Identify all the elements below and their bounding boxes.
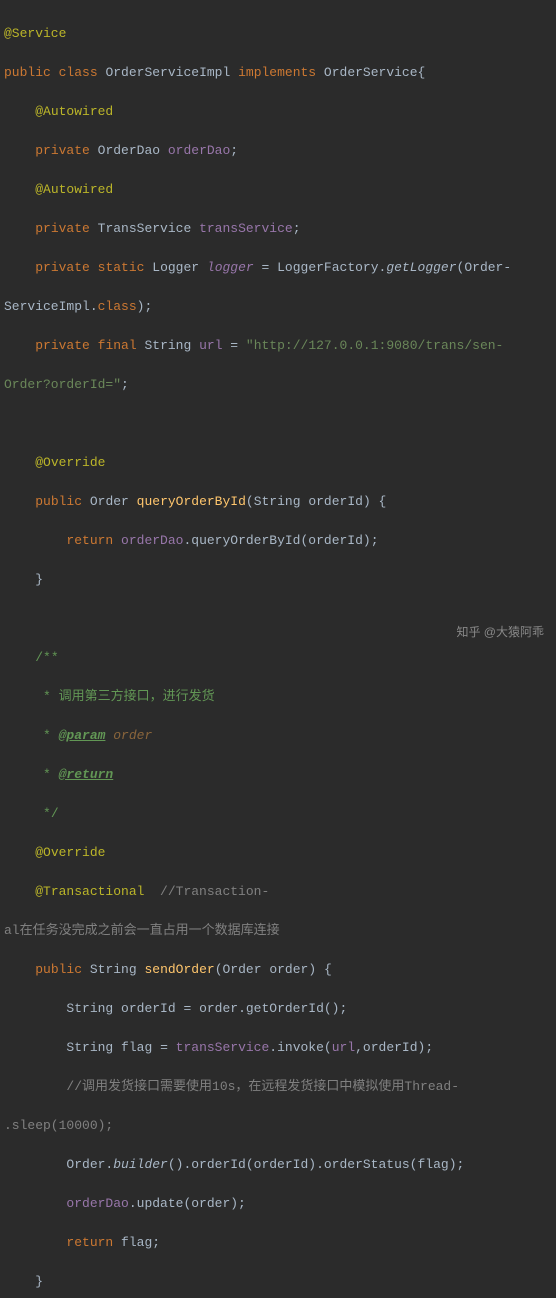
kw-class: class (98, 299, 137, 314)
eq: = (254, 260, 277, 275)
field: orderDao (66, 1196, 128, 1211)
doc-param: order (105, 728, 152, 743)
method-name: sendOrder (144, 962, 214, 977)
code-block: @Service public class OrderServiceImpl i… (0, 4, 556, 1298)
method-name: queryOrderById (137, 494, 246, 509)
kw-implements: implements (238, 65, 316, 80)
call: .invoke( (269, 1040, 331, 1055)
param-name: orderId (308, 494, 363, 509)
kw-final: final (98, 338, 137, 353)
doc-close: */ (35, 806, 58, 821)
type: String (144, 338, 191, 353)
field: transService (199, 221, 293, 236)
brace: { (418, 65, 426, 80)
type: String (66, 1001, 113, 1016)
semi: ; (121, 377, 129, 392)
field: url (199, 338, 222, 353)
paren: ( (246, 494, 254, 509)
doc-open: /** (35, 650, 58, 665)
call: ().orderId(orderId).orderStatus(flag); (168, 1157, 464, 1172)
call: .queryOrderById(orderId); (183, 533, 378, 548)
kw-public: public (35, 962, 82, 977)
paren: ) { (363, 494, 386, 509)
comment: .sleep(10000); (4, 1118, 113, 1133)
kw-static: static (98, 260, 145, 275)
brace: } (35, 572, 43, 587)
kw-class: class (59, 65, 98, 80)
eq: = (152, 1040, 175, 1055)
kw-private: private (35, 143, 90, 158)
kw-private: private (35, 221, 90, 236)
ret-type: Order (90, 494, 129, 509)
string: Order?orderId=" (4, 377, 121, 392)
annotation-autowired: @Autowired (35, 182, 113, 197)
call: .update(order); (129, 1196, 246, 1211)
annotation-autowired: @Autowired (35, 104, 113, 119)
builder: builder (113, 1157, 168, 1172)
iface-name: OrderService (324, 65, 418, 80)
semi: ; (230, 143, 238, 158)
doc-line: * 调用第三方接口，进行发货 (35, 689, 214, 704)
arg: (Order- (457, 260, 512, 275)
doc-tag: @param (59, 728, 106, 743)
comment: al在任务没完成之前会一直占用一个数据库连接 (4, 923, 280, 938)
kw-return: return (66, 533, 113, 548)
type: Logger (152, 260, 199, 275)
type: TransService (98, 221, 192, 236)
eq: = (176, 1001, 199, 1016)
comment: //Transaction- (144, 884, 269, 899)
semi: ; (293, 221, 301, 236)
type: String (66, 1040, 113, 1055)
field: transService (176, 1040, 270, 1055)
doc-tag: @return (59, 767, 114, 782)
kw-private: private (35, 260, 90, 275)
eq: = (223, 338, 246, 353)
close: ); (137, 299, 153, 314)
field: orderDao (168, 143, 230, 158)
method: getLogger (386, 260, 456, 275)
var: flag (121, 1040, 152, 1055)
paren: ( (215, 962, 223, 977)
call: ,orderId); (355, 1040, 433, 1055)
kw-return: return (66, 1235, 113, 1250)
var: flag; (113, 1235, 160, 1250)
kw-public: public (35, 494, 82, 509)
param-name: order (269, 962, 308, 977)
factory: LoggerFactory. (277, 260, 386, 275)
type: OrderDao (98, 143, 160, 158)
param-type: String (254, 494, 301, 509)
doc-star: * (35, 728, 58, 743)
kw-public: public (4, 65, 51, 80)
param-type: Order (223, 962, 262, 977)
cls: Order. (66, 1157, 113, 1172)
field: orderDao (121, 533, 183, 548)
call: order.getOrderId(); (199, 1001, 347, 1016)
annotation-override: @Override (35, 845, 105, 860)
comment: //调用发货接口需要使用10s，在远程发货接口中模拟使用Thread- (66, 1079, 459, 1094)
kw-private: private (35, 338, 90, 353)
string: "http://127.0.0.1:9080/trans/sen- (246, 338, 503, 353)
field: logger (207, 260, 254, 275)
var: orderId (121, 1001, 176, 1016)
annotation-override: @Override (35, 455, 105, 470)
arg: ServiceImpl. (4, 299, 98, 314)
class-name: OrderServiceImpl (105, 65, 230, 80)
watermark: 知乎 @大猿阿乖 (456, 623, 544, 641)
annotation-transactional: @Transactional (35, 884, 144, 899)
doc-star: * (35, 767, 58, 782)
url-field: url (332, 1040, 355, 1055)
brace: } (35, 1274, 43, 1289)
paren: ) { (308, 962, 331, 977)
annotation-service: @Service (4, 26, 66, 41)
ret-type: String (90, 962, 137, 977)
